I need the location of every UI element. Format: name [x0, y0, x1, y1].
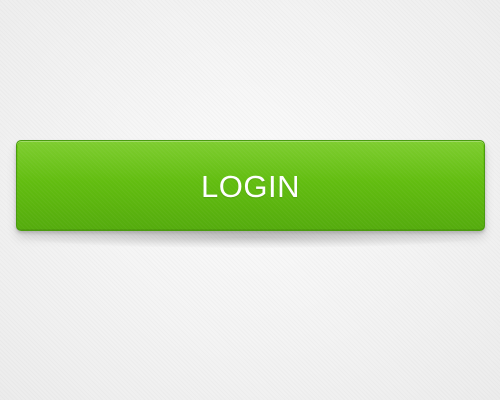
page-background: LOGIN [0, 0, 500, 400]
login-button-label: LOGIN [201, 168, 300, 204]
login-button[interactable]: LOGIN [16, 140, 485, 231]
